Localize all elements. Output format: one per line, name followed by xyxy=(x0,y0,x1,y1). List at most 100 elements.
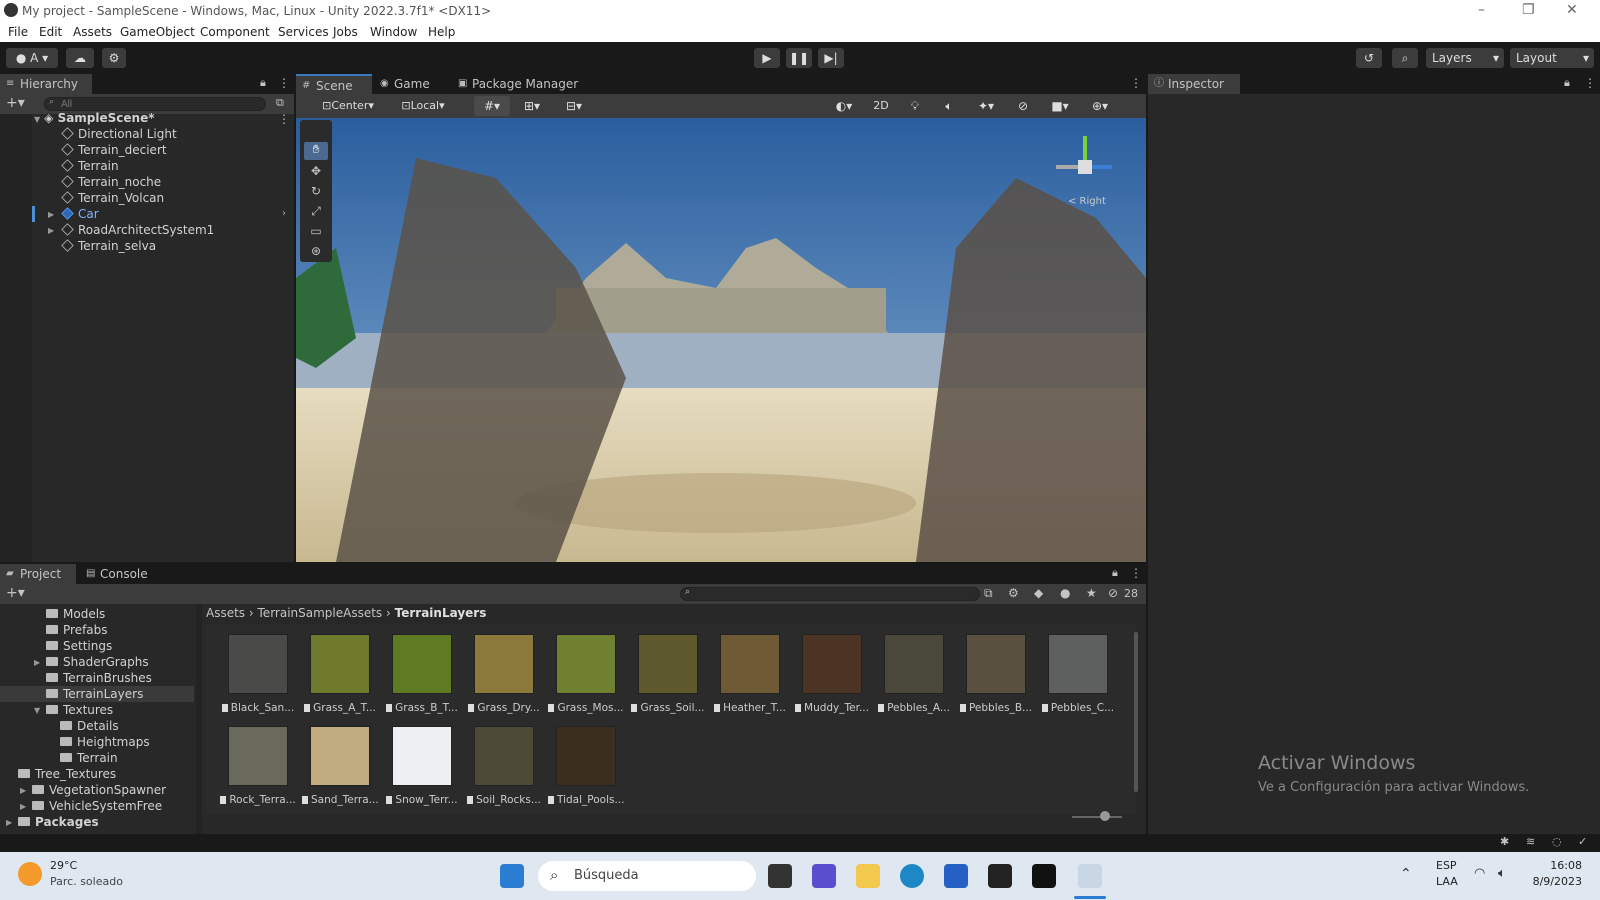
file-explorer-icon[interactable] xyxy=(856,864,880,888)
add-icon[interactable]: +▾ xyxy=(6,95,25,111)
restore-icon[interactable]: ❐ xyxy=(1522,2,1535,18)
asset-item[interactable]: Grass_A_T... xyxy=(302,634,378,714)
asset-item[interactable]: Pebbles_A... xyxy=(876,634,952,714)
asset-item[interactable]: Grass_B_T... xyxy=(384,634,460,714)
hand-tool-icon[interactable]: ✋︎ xyxy=(304,142,328,160)
pause-button[interactable]: ❚❚ xyxy=(786,48,812,68)
tree-scrollbar[interactable] xyxy=(196,604,202,834)
label-icon[interactable]: ◆ xyxy=(1034,586,1043,600)
more-icon[interactable]: ⋮ xyxy=(1130,76,1142,90)
hidden-objects-icon[interactable]: ⊘ xyxy=(1008,96,1038,116)
layers-dropdown[interactable]: Layers ▾ xyxy=(1426,48,1504,68)
menu-edit[interactable]: Edit xyxy=(39,25,62,39)
task-view-icon[interactable] xyxy=(768,864,792,888)
folder-item[interactable]: Heightmaps xyxy=(60,734,150,750)
asset-item[interactable]: Black_San... xyxy=(220,634,296,714)
pivot-space-dropdown[interactable]: ⊡Local▾ xyxy=(392,96,454,116)
asset-item[interactable]: Soil_Rocks... xyxy=(466,726,542,806)
check-icon[interactable]: ✓ xyxy=(1578,835,1587,848)
minimize-icon[interactable]: – xyxy=(1478,2,1485,18)
triangle-down-icon[interactable]: ▼ xyxy=(34,706,40,715)
asset-item[interactable]: Heather_T... xyxy=(712,634,788,714)
tab-project[interactable]: ▰ Project xyxy=(0,564,76,584)
menu-window[interactable]: Window xyxy=(370,25,417,39)
clock-date[interactable]: 8/9/2023 xyxy=(1514,875,1582,888)
add-icon[interactable]: +▾ xyxy=(6,585,25,601)
gizmo-center[interactable] xyxy=(1078,160,1092,174)
triangle-right-icon[interactable]: ▶ xyxy=(48,210,54,219)
folder-item[interactable]: Terrain xyxy=(60,750,118,766)
scene-more-icon[interactable]: ⋮ xyxy=(278,112,290,126)
hidden-packages-icon[interactable]: ⊘ xyxy=(1108,586,1118,600)
gizmos-icon[interactable]: ⊕▾ xyxy=(1082,96,1118,116)
snipping-tool-icon[interactable] xyxy=(1078,864,1102,888)
folder-item[interactable]: ShaderGraphs xyxy=(46,654,149,670)
hierarchy-item[interactable]: Terrain_deciert xyxy=(61,142,167,158)
asset-item[interactable]: Pebbles_B... xyxy=(958,634,1034,714)
asset-item[interactable]: Sand_Terra... xyxy=(302,726,379,806)
warning-icon[interactable]: ● xyxy=(1060,586,1070,600)
cloud-icon[interactable]: ☁ xyxy=(66,48,94,68)
tab-scene[interactable]: # Scene xyxy=(296,74,372,94)
collab-icon[interactable]: ⚙ xyxy=(102,48,126,68)
hierarchy-item[interactable]: Terrain_noche xyxy=(61,174,161,190)
hierarchy-item[interactable]: Terrain xyxy=(61,158,119,174)
lock-icon[interactable]: 🔒︎ xyxy=(1112,566,1118,580)
scene-viewport[interactable]: ✋︎ ✥ ↻ ⤢ ▭ ⊛ < Right xyxy=(296,118,1146,562)
hierarchy-item[interactable]: RoadArchitectSystem1 xyxy=(61,222,214,238)
chevron-up-icon[interactable]: ⌃ xyxy=(1400,866,1412,882)
lighting-icon[interactable]: 💡︎ xyxy=(900,96,930,116)
increment-snap-icon[interactable]: ⊟▾ xyxy=(556,96,592,116)
lock-icon[interactable]: 🔒︎ xyxy=(260,76,266,90)
asset-item[interactable]: Muddy_Ter... xyxy=(794,634,870,714)
rotate-tool-icon[interactable]: ↻ xyxy=(304,184,328,202)
wifi-icon[interactable]: ◠ xyxy=(1474,866,1485,881)
orientation-gizmo[interactable]: < Right xyxy=(1048,132,1122,212)
tab-game[interactable]: ◉ Game xyxy=(374,74,450,94)
favorite-icon[interactable]: ★ xyxy=(1086,586,1097,600)
more-icon[interactable]: ⋮ xyxy=(1130,566,1142,580)
input-layout[interactable]: LAA xyxy=(1436,875,1458,888)
debug-icon[interactable]: ✱ xyxy=(1500,835,1509,848)
menu-gameobject[interactable]: GameObject xyxy=(120,25,195,39)
toggle-2d-button[interactable]: 2D xyxy=(866,96,896,116)
menu-file[interactable]: File xyxy=(8,25,28,39)
folder-item[interactable]: Tree_Textures xyxy=(18,766,116,782)
menu-help[interactable]: Help xyxy=(428,25,455,39)
gizmo-y-axis[interactable] xyxy=(1083,136,1087,160)
account-button[interactable]: ● A ▾ xyxy=(6,48,58,68)
search-by-type-icon[interactable]: ⧉ xyxy=(984,586,993,601)
folder-item[interactable]: Models xyxy=(46,606,105,622)
project-search-input[interactable] xyxy=(680,587,980,601)
layout-dropdown[interactable]: Layout ▾ xyxy=(1510,48,1594,68)
menu-jobs[interactable]: Jobs xyxy=(333,25,358,39)
hierarchy-item-prefab[interactable]: Car xyxy=(61,206,99,222)
audio-icon[interactable]: 🔈︎ xyxy=(934,96,964,116)
breadcrumb-item[interactable]: Assets xyxy=(206,606,245,620)
gizmo-x-axis[interactable] xyxy=(1056,165,1078,169)
scale-tool-icon[interactable]: ⤢ xyxy=(304,204,328,222)
camera-icon[interactable]: ■▾ xyxy=(1042,96,1078,116)
folder-item[interactable]: VegetationSpawner xyxy=(32,782,166,798)
grid-snap-icon[interactable]: #▾ xyxy=(474,96,510,116)
triangle-right-icon[interactable]: ▶ xyxy=(34,658,40,667)
draw-mode-icon[interactable]: ◐▾ xyxy=(826,96,862,116)
layers-stack-icon[interactable]: ≋ xyxy=(1526,835,1535,848)
triangle-right-icon[interactable]: ▶ xyxy=(6,818,12,827)
folder-item-selected[interactable]: TerrainLayers xyxy=(46,686,143,702)
more-icon[interactable]: ⋮ xyxy=(278,76,290,90)
effects-icon[interactable]: ✦▾ xyxy=(968,96,1004,116)
unity-icon[interactable] xyxy=(1032,864,1056,888)
tab-inspector[interactable]: ⓘ Inspector xyxy=(1148,74,1240,94)
chevron-right-icon[interactable]: › xyxy=(282,208,286,219)
taskbar-search[interactable]: ⌕ Búsqueda xyxy=(538,861,756,891)
hierarchy-item[interactable]: Terrain_Volcan xyxy=(61,190,164,206)
triangle-right-icon[interactable]: ▶ xyxy=(20,802,26,811)
folder-item[interactable]: Textures xyxy=(46,702,113,718)
asset-item[interactable]: Rock_Terra... xyxy=(220,726,296,806)
tab-hierarchy[interactable]: ≡ Hierarchy xyxy=(0,74,92,94)
folder-item[interactable]: Prefabs xyxy=(46,622,108,638)
unity-hub-icon[interactable] xyxy=(988,864,1012,888)
input-language[interactable]: ESP xyxy=(1436,859,1457,872)
lock-icon[interactable]: 🔒︎ xyxy=(1564,76,1570,90)
